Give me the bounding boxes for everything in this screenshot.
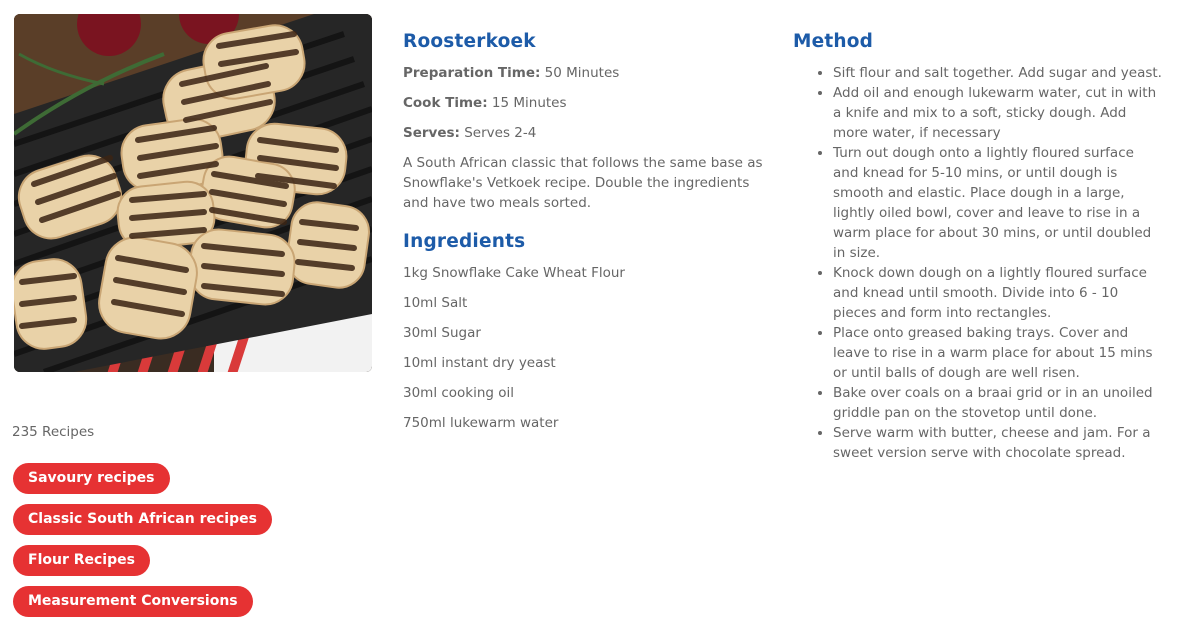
- method-section: Method Sift flour and salt together. Add…: [793, 31, 1163, 463]
- prep-time: Preparation Time: 50 Minutes: [403, 63, 763, 83]
- recipe-title: Roosterkoek: [403, 31, 536, 52]
- tag-savoury-recipes[interactable]: Savoury recipes: [13, 463, 170, 494]
- method-step: Turn out dough onto a lightly floured su…: [833, 143, 1163, 263]
- prep-time-label: Preparation Time:: [403, 65, 541, 81]
- ingredients-heading: Ingredients: [403, 231, 526, 252]
- method-step: Place onto greased baking trays. Cover a…: [833, 323, 1163, 383]
- tag-flour-recipes[interactable]: Flour Recipes: [13, 545, 150, 576]
- recipe-description: A South African classic that follows the…: [403, 155, 763, 211]
- method-step: Add oil and enough lukewarm water, cut i…: [833, 83, 1163, 143]
- recipe-tags: Savoury recipes Classic South African re…: [13, 463, 272, 627]
- ingredient-item: 750ml lukewarm water: [403, 415, 559, 431]
- ingredient-item: 10ml instant dry yeast: [403, 355, 556, 371]
- recipe-photo: [14, 14, 372, 372]
- ingredients-list: 1kg Snowflake Cake Wheat Flour 10ml Salt…: [403, 263, 763, 433]
- method-step: Knock down dough on a lightly floured su…: [833, 263, 1163, 323]
- method-heading: Method: [793, 31, 874, 52]
- method-step: Serve warm with butter, cheese and jam. …: [833, 423, 1163, 463]
- serves-label: Serves:: [403, 125, 460, 141]
- prep-time-value: 50 Minutes: [544, 65, 620, 81]
- cook-time: Cook Time: 15 Minutes: [403, 93, 763, 113]
- method-steps: Sift flour and salt together. Add sugar …: [793, 63, 1163, 463]
- ingredient-item: 30ml Sugar: [403, 325, 481, 341]
- cook-time-label: Cook Time:: [403, 95, 488, 111]
- method-step: Sift flour and salt together. Add sugar …: [833, 63, 1163, 83]
- method-step: Bake over coals on a braai grid or in an…: [833, 383, 1163, 423]
- recipe-details: Roosterkoek Preparation Time: 50 Minutes…: [403, 31, 763, 443]
- serves: Serves: Serves 2-4: [403, 123, 763, 143]
- recipe-count: 235 Recipes: [12, 424, 95, 440]
- ingredient-item: 30ml cooking oil: [403, 385, 515, 401]
- ingredient-item: 1kg Snowflake Cake Wheat Flour: [403, 265, 625, 281]
- cook-time-value: 15 Minutes: [491, 95, 567, 111]
- tag-classic-south-african-recipes[interactable]: Classic South African recipes: [13, 504, 272, 535]
- tag-measurement-conversions[interactable]: Measurement Conversions: [13, 586, 253, 617]
- ingredient-item: 10ml Salt: [403, 295, 468, 311]
- serves-value: Serves 2-4: [464, 125, 537, 141]
